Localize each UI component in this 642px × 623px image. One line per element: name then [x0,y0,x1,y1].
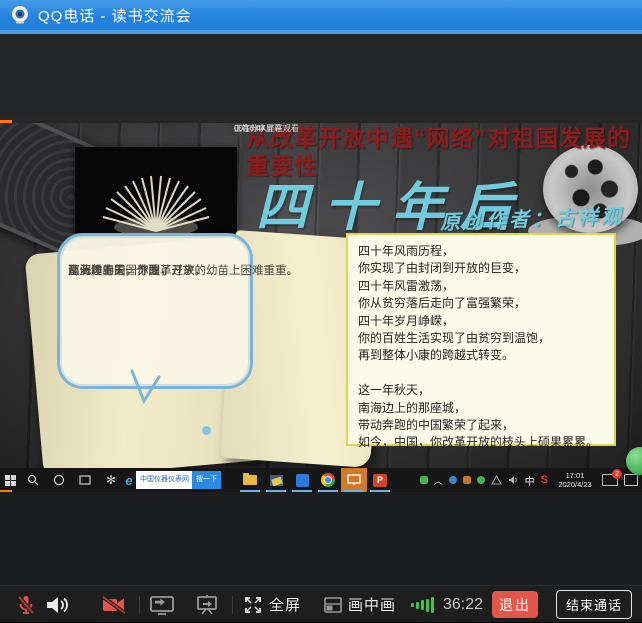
clock-time: 17:01 [554,471,596,480]
signal-bars-icon [411,597,434,613]
poem-line: 你从贫穷落后走向了富强繁荣， [358,295,604,312]
poem-line: 四十年风雨历程， [358,243,604,260]
call-timer-text: 36:22 [443,596,483,614]
speaker-button[interactable] [44,586,70,623]
camera-off-icon [100,593,128,617]
window-title: QQ电话 - 读书交流会 [38,5,192,26]
edge-icon: e [125,473,132,488]
bubble-line: 从此，中国，你改革开放的幼苗上困难重重。 [68,263,298,281]
speech-bubble-dot [202,426,211,435]
volume-icon [508,475,519,485]
tray-blue-icon [449,476,457,484]
camera-toggle-button[interactable] [100,586,128,623]
pinned-app-pinwheel: ✻ [98,468,124,492]
taskbar-clock: 17:01 2020/4/23 [554,471,596,490]
search-widget-button: 搜一下 [192,471,221,489]
photos-icon [270,475,283,486]
blue-app-button [289,468,315,492]
powerpoint-icon: P [373,474,387,487]
presentation-button[interactable] [194,586,220,623]
screen-share-button[interactable] [148,586,176,623]
slide-title: 从改革开放中遇“网络”对祖国发展的重要性 [246,125,642,180]
clock-date: 2020/4/23 [554,480,596,489]
poem-line: 你的百姓生活实现了由贫穷到温饱， [358,330,604,347]
taskbar-search-widget: 中国仪器仪表网 搜一下 [136,471,221,489]
exit-button-wrap: 退出 [492,591,538,618]
qq-video-call-icon [10,5,30,25]
pip-icon [324,597,342,613]
end-call-button[interactable]: 结束通话 [556,590,632,619]
share-status-banner: 正在分享屏幕 00:16:47 …等74人正在观看 [228,123,240,136]
poem-text-box: 四十年风雨历程， 你实现了由封闭到开放的巨变， 四十年风雷激荡， 你从贫穷落后走… [346,233,616,446]
mic-muted-icon [14,593,38,617]
letterbox-bottom [0,492,642,585]
cortana-button [46,468,72,492]
projector-easel-icon [194,593,220,617]
poem-line: 四十年风雷激荡， [358,278,604,295]
window-titlebar[interactable]: QQ电话 - 读书交流会 [0,0,642,30]
notification-badge: 2 [612,469,622,479]
touch-keyboard-icon: 2 [602,474,618,486]
screen-share-app-button [341,468,367,492]
screen-share-icon [148,593,176,617]
start-underline [0,490,12,492]
folder-icon [243,475,257,485]
poem-line: 如今，中国，你改革开放的枝头上硕果累累。 [358,434,604,451]
shared-screen-top-strip [0,115,642,123]
letterbox-top [0,34,642,115]
share-viewers-text: …等74人正在观看 [234,123,299,134]
tray-chevron-icon: ︿ [434,474,443,487]
poem-line [358,365,604,382]
tray-green-icon [420,476,428,484]
screen-share-app-icon [341,468,367,492]
chrome-button [315,468,341,492]
speech-bubble-tail [130,369,162,405]
exit-button[interactable]: 退出 [492,591,538,618]
file-explorer-button [237,468,263,492]
poem-line: 带动奔跑的中国繁荣了起来， [358,417,604,434]
windows-start-icon [5,475,16,486]
speaker-icon [44,593,70,617]
edge-button: e [124,468,134,492]
fullscreen-label: 全屏 [269,594,301,615]
fullscreen-icon [243,595,263,615]
taskbar-search [20,468,46,492]
poem-line: 南海边上的那座城， [358,400,604,417]
search-widget-text: 中国仪器仪表网 [136,471,192,489]
poem-line: 四十年岁月峥嵘， [358,313,604,330]
presentation-slide: 正在分享屏幕 00:16:47 …等74人正在观看 从改革开放中遇“网络”对祖国… [0,123,642,468]
open-fanned-book-photo [75,147,237,233]
chrome-icon [321,473,335,487]
cortana-icon [53,474,65,486]
blue-app-icon [296,474,309,487]
mic-mute-button[interactable] [14,586,38,623]
powerpoint-button: P [367,468,393,492]
call-control-bar: 全屏 画中画 36:22 退出 结束通话 [0,585,642,622]
poem-line: 你实现了由封闭到开放的巨变， [358,260,604,277]
poem-line: 这一年秋天， [358,382,604,399]
ime-indicator: 中 [525,473,535,488]
call-timer: 36:22 [443,586,483,623]
photos-app-button [263,468,289,492]
divider [139,596,140,614]
end-call-button-wrap: 结束通话 [556,591,632,618]
tray-orange-icon [463,476,471,484]
start-button [0,468,20,492]
system-tray: ︿ 中 S 17:01 2020/4/23 2 [420,471,642,490]
task-view-icon [79,474,91,486]
pip-button[interactable]: 画中画 [324,586,396,623]
action-center-icon [624,474,638,486]
task-view-button [72,468,98,492]
windows-taskbar: ✻ e 中国仪器仪表网 搜一下 P ︿ [0,468,642,492]
sogou-icon: S [541,474,548,486]
speech-bubble [57,233,253,389]
search-icon [27,474,39,486]
tray-shield-icon [477,476,485,484]
divider [232,596,233,614]
pip-label: 画中画 [348,594,396,615]
fullscreen-button[interactable]: 全屏 [243,586,301,623]
pinwheel-icon: ✻ [106,473,116,487]
network-icon [491,475,502,485]
poem-line: 再到整体小康的跨越式转变。 [358,347,604,364]
